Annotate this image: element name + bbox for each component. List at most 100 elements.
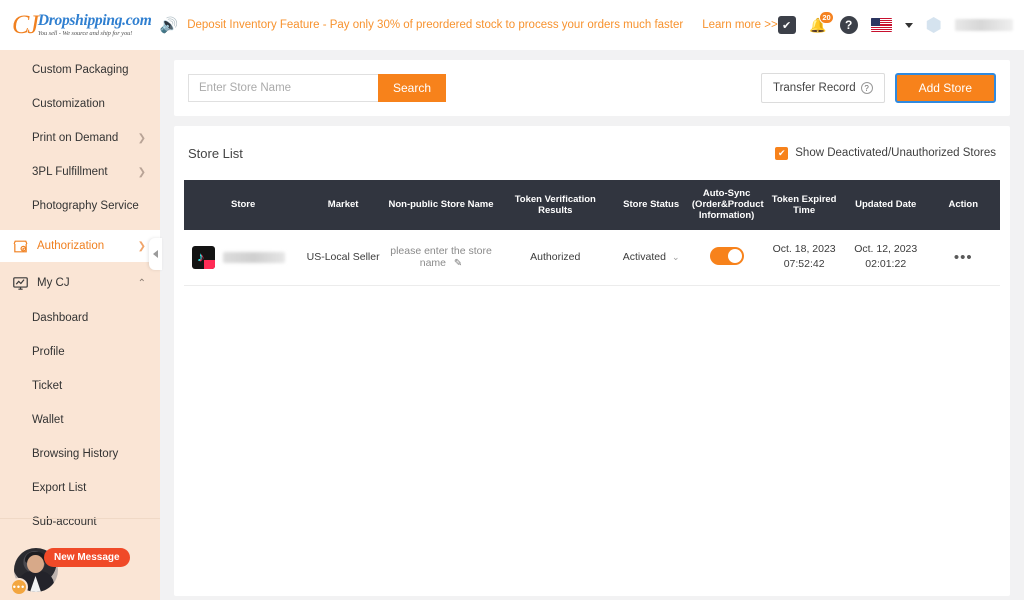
search-toolbar: Search Transfer Record ? Add Store [174, 60, 1010, 116]
question-mark-icon: ? [860, 82, 873, 94]
sidebar-item-my-cj[interactable]: My CJ ⌃ [0, 268, 160, 298]
store-status-dropdown[interactable]: Activated ⌄ [623, 251, 680, 263]
sidebar: Custom Packaging Customization Print on … [0, 50, 160, 600]
chevron-right-icon: ❯ [137, 240, 146, 252]
my-cj-monitor-icon [12, 275, 29, 292]
cell-token-expired-time: Oct. 18, 2023 07:52:42 [763, 229, 845, 287]
sidebar-item-customization[interactable]: Customization [0, 90, 160, 118]
sidebar-item-label: Photography Service [32, 200, 139, 212]
us-flag-icon[interactable] [870, 18, 892, 32]
sidebar-item-wallet[interactable]: Wallet [0, 406, 160, 434]
toolbar-actions: Transfer Record ? Add Store [760, 73, 996, 103]
column-header-market: Market [302, 180, 384, 230]
new-message-badge[interactable]: New Message [44, 548, 130, 567]
chevron-up-icon: ⌃ [137, 277, 146, 289]
sidebar-item-label: Customization [32, 98, 105, 110]
brand-logo[interactable]: CJ Dropshipping.com You sell - We source… [0, 12, 152, 38]
sidebar-item-label: My CJ [37, 277, 70, 289]
sidebar-item-label: Authorization [37, 240, 105, 252]
account-name-masked[interactable] [954, 19, 1013, 31]
pencil-edit-icon[interactable]: ✎ [454, 258, 462, 269]
cell-token-verification: Authorized [498, 229, 613, 287]
column-header-non-public-store-name: Non-public Store Name [383, 180, 499, 230]
auto-sync-toggle[interactable] [709, 246, 744, 265]
store-list-panel: Store List ✔ Show Deactivated/Unauthoriz… [174, 126, 1010, 596]
show-deactivated-checkbox[interactable]: ✔ Show Deactivated/Unauthorized Stores [775, 146, 996, 160]
updated-time: 02:01:22 [865, 258, 907, 271]
sidebar-item-label: Export List [32, 482, 87, 494]
search-button[interactable]: Search [378, 74, 446, 102]
column-header-auto-sync: Auto-Sync (Order&Product Information) [689, 180, 764, 230]
store-list-header: Store List ✔ Show Deactivated/Unauthoriz… [184, 126, 1000, 180]
announcement-banner: 🔊 Deposit Inventory Feature - Pay only 3… [160, 18, 778, 33]
transfer-record-label: Transfer Record [772, 82, 856, 94]
checkbox-checked-icon: ✔ [775, 146, 789, 160]
column-header-token-verification-results: Token Verification Results [498, 180, 613, 230]
sidebar-item-3pl-fulfillment[interactable]: 3PL Fulfillment ❯ [0, 158, 160, 186]
store-table: Store Market Non-public Store Name Token… [184, 180, 1000, 287]
speaker-icon: 🔊 [159, 16, 179, 34]
chevron-right-icon: ❯ [137, 166, 146, 178]
token-expired-time: 07:52:42 [783, 258, 825, 271]
table-row[interactable]: ♪ US-Local Seller please enter the store… [184, 229, 1000, 287]
brand-monogram: CJ [12, 10, 39, 39]
row-actions-menu-icon[interactable]: ••• [954, 249, 973, 266]
store-name-masked [223, 251, 285, 263]
sidebar-item-profile[interactable]: Profile [0, 338, 160, 366]
cell-action: ••• [926, 229, 1000, 287]
sidebar-item-print-on-demand[interactable]: Print on Demand ❯ [0, 124, 160, 152]
collapse-sidebar-icon[interactable] [149, 238, 162, 270]
store-status-value: Activated [622, 251, 666, 264]
column-header-token-expired-time: Token Expired Time [763, 180, 845, 230]
chevron-right-icon: ❯ [137, 132, 146, 144]
top-bar-actions: ✔ 🔔 20 ? [777, 11, 1024, 34]
brand-name: Dropshipping.com [37, 11, 152, 29]
sidebar-item-label: Print on Demand [32, 132, 119, 144]
auto-sync-line-3: Information) [698, 210, 755, 222]
sidebar-item-label: Dashboard [32, 312, 89, 324]
sidebar-menu: Custom Packaging Customization Print on … [0, 50, 160, 528]
bell-icon[interactable]: 🔔 20 [809, 11, 834, 34]
cell-updated-date: Oct. 12, 2023 02:01:22 [844, 229, 927, 287]
table-header-row: Store Market Non-public Store Name Token… [184, 180, 1000, 230]
show-deactivated-label: Show Deactivated/Unauthorized Stores [795, 147, 996, 159]
sidebar-item-label: Wallet [32, 414, 64, 426]
transfer-record-button[interactable]: Transfer Record ? [760, 73, 885, 103]
search-input[interactable] [188, 74, 378, 102]
sidebar-item-dashboard[interactable]: Dashboard [0, 304, 160, 332]
chevron-down-icon[interactable] [904, 22, 913, 28]
auto-sync-line-2: (Order&Product [691, 199, 764, 211]
cell-store-status: Activated ⌄ [612, 229, 690, 287]
chat-widget[interactable]: ••• New Message [0, 518, 160, 600]
sidebar-item-export-list[interactable]: Export List [0, 474, 160, 502]
task-square-icon[interactable]: ✔ [777, 16, 796, 34]
sidebar-item-authorization[interactable]: Authorization ❯ [0, 230, 160, 262]
chat-status-dots-icon: ••• [10, 578, 28, 596]
token-expired-date: Oct. 18, 2023 [772, 242, 836, 255]
sidebar-item-browsing-history[interactable]: Browsing History [0, 440, 160, 468]
cell-store: ♪ [184, 229, 303, 287]
cell-market: US-Local Seller [302, 229, 384, 287]
sidebar-item-photography-service[interactable]: Photography Service [0, 192, 160, 220]
page-title: Store List [188, 145, 243, 161]
help-icon[interactable]: ? [839, 16, 858, 34]
cell-non-public-store-name[interactable]: please enter the store name ✎ [383, 229, 499, 287]
announcement-learn-more-link[interactable]: Learn more >> [702, 19, 777, 31]
sidebar-item-label: 3PL Fulfillment [32, 166, 108, 178]
column-header-store: Store [184, 180, 303, 230]
sidebar-item-ticket[interactable]: Ticket [0, 372, 160, 400]
tiktok-logo-icon: ♪ [192, 245, 215, 269]
store-table-header: Store Market Non-public Store Name Token… [184, 180, 1000, 230]
sidebar-item-label: Custom Packaging [32, 64, 129, 76]
main-content: Search Transfer Record ? Add Store Store… [160, 50, 1024, 600]
non-public-store-name-value: please enter the store name [390, 245, 492, 270]
column-header-action: Action [926, 180, 1000, 230]
account-avatar-icon[interactable] [926, 17, 941, 33]
top-bar: CJ Dropshipping.com You sell - We source… [0, 0, 1024, 50]
sidebar-item-custom-packaging[interactable]: Custom Packaging [0, 56, 160, 84]
store-table-body: ♪ US-Local Seller please enter the store… [184, 229, 1000, 287]
sidebar-item-label: Profile [32, 346, 65, 358]
announcement-text: Deposit Inventory Feature - Pay only 30%… [187, 19, 684, 31]
add-store-button[interactable]: Add Store [894, 73, 996, 103]
chevron-down-icon: ⌄ [671, 251, 680, 262]
